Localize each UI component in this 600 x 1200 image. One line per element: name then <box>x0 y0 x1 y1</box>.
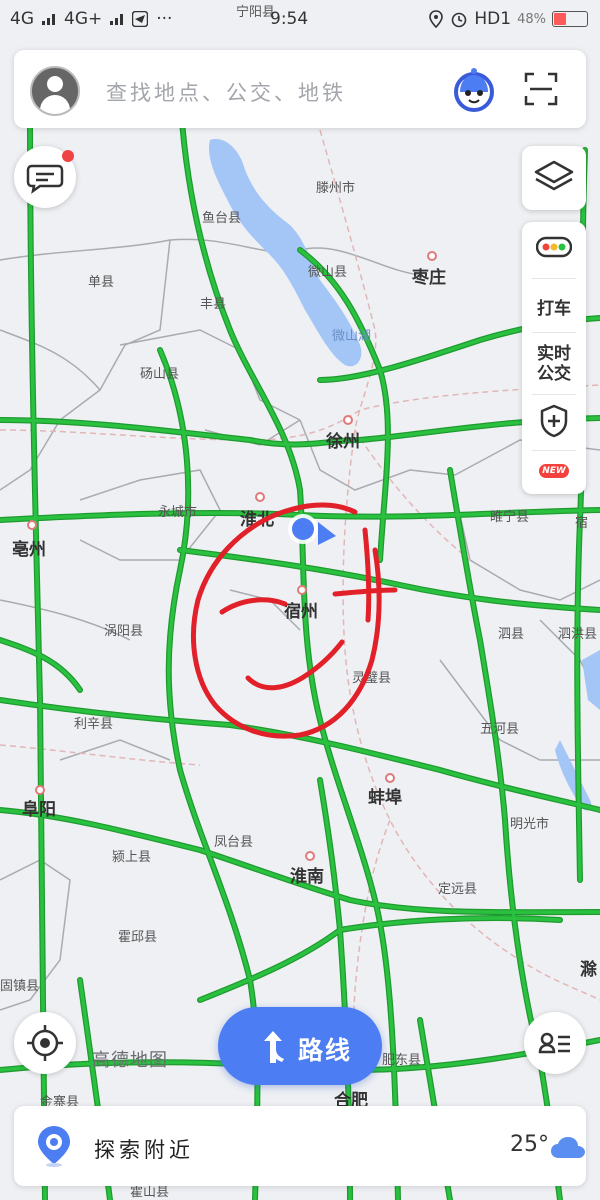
city-label-fuyang: 阜阳 <box>22 799 56 820</box>
svg-text:滕州市: 滕州市 <box>316 180 355 196</box>
explore-pin-icon <box>38 1126 70 1167</box>
city-label-bozhou: 亳州 <box>12 539 46 560</box>
route-button[interactable]: 路线 <box>218 1007 382 1085</box>
svg-text:霍邱县: 霍邱县 <box>118 930 157 945</box>
list-icon <box>538 1032 570 1054</box>
more-dots-icon: ··· <box>156 9 173 29</box>
locate-icon <box>27 1025 63 1061</box>
battery-text: 48% <box>517 11 546 27</box>
signal-bars-icon <box>42 14 55 25</box>
svg-text:睢宁县: 睢宁县 <box>490 509 529 525</box>
shield-plus-icon <box>540 404 568 438</box>
svg-text:单县: 单县 <box>88 275 114 290</box>
svg-text:固镇县: 固镇县 <box>0 979 39 994</box>
brand-logo: 高德地图 <box>92 1050 168 1071</box>
city-label-zaozhuang: 枣庄 <box>411 267 446 288</box>
svg-text:微山县: 微山县 <box>308 265 347 280</box>
svg-text:宿: 宿 <box>575 515 588 531</box>
tool-panel: 打车 实时 公交 NEW <box>522 222 586 494</box>
city-label-suzhou: 宿州 <box>284 601 318 622</box>
svg-text:丰县: 丰县 <box>200 297 226 312</box>
network-label: HD1 <box>474 9 512 29</box>
list-button[interactable] <box>524 1012 586 1074</box>
signal-bars-icon <box>110 14 124 25</box>
svg-text:肥东县: 肥东县 <box>382 1053 421 1068</box>
status-right: HD1 48% <box>428 9 588 29</box>
city-label-huainan: 淮南 <box>290 866 324 887</box>
svg-text:泗县: 泗县 <box>498 627 524 642</box>
svg-text:颍上县: 颍上县 <box>112 850 151 865</box>
realtime-bus-label-2: 公交 <box>537 364 571 384</box>
weather-temperature: 25° <box>510 1132 549 1157</box>
safety-button[interactable] <box>522 404 586 443</box>
taxi-button[interactable]: 打车 <box>522 294 586 319</box>
search-card: 查找地点、公交、地铁 <box>14 50 586 128</box>
svg-text:五河县: 五河县 <box>480 722 519 737</box>
layers-button[interactable] <box>522 146 586 210</box>
alarm-icon <box>452 12 467 28</box>
lake-label: 微山湖 <box>332 329 371 344</box>
status-left: 4G 4G+ ··· <box>10 9 172 29</box>
location-status-icon <box>429 10 444 28</box>
svg-text:利辛县: 利辛县 <box>74 717 113 732</box>
mascot-icon[interactable] <box>452 68 496 112</box>
city-label-bengbu: 蚌埠 <box>368 787 402 808</box>
svg-text:涡阳县: 涡阳县 <box>104 624 143 639</box>
signal-label-2: 4G+ <box>64 9 103 29</box>
svg-text:灵璧县: 灵璧县 <box>352 670 391 686</box>
cloud-icon <box>551 1137 585 1158</box>
layers-icon <box>534 160 574 191</box>
battery-icon <box>552 11 588 27</box>
telegram-icon <box>132 11 149 27</box>
user-avatar[interactable] <box>30 66 80 116</box>
city-label-xuzhou: 徐州 <box>325 431 360 452</box>
svg-text:永城市: 永城市 <box>158 504 197 520</box>
message-button[interactable] <box>14 146 76 208</box>
traffic-light-icon <box>535 236 573 258</box>
signal-label-1: 4G <box>10 9 34 29</box>
scan-icon[interactable] <box>524 72 558 106</box>
turn-arrow-icon <box>264 1031 284 1063</box>
status-bar: 4G 4G+ ··· 9:54 HD1 48% <box>0 0 600 40</box>
svg-text:明光市: 明光市 <box>510 816 549 832</box>
new-feature-badge[interactable]: NEW <box>539 464 569 478</box>
traffic-button[interactable] <box>522 236 586 263</box>
city-label-chu: 滁 <box>580 959 598 980</box>
svg-text:砀山县: 砀山县 <box>140 367 179 382</box>
svg-text:鱼台县: 鱼台县 <box>202 210 241 226</box>
svg-text:泗洪县: 泗洪县 <box>558 627 597 642</box>
svg-text:定远县: 定远县 <box>438 882 477 897</box>
route-label: 路线 <box>298 1036 353 1065</box>
status-time: 9:54 <box>270 9 309 29</box>
search-input[interactable]: 查找地点、公交、地铁 <box>106 77 346 107</box>
svg-text:霍山县: 霍山县 <box>130 1185 169 1200</box>
svg-text:凤台县: 凤台县 <box>214 835 253 850</box>
realtime-bus-button[interactable]: 实时 公交 <box>522 344 586 384</box>
locate-button[interactable] <box>14 1012 76 1074</box>
explore-card[interactable]: 探索附近 25° <box>14 1106 586 1186</box>
explore-label: 探索附近 <box>94 1138 194 1162</box>
notification-dot <box>62 150 74 162</box>
realtime-bus-label-1: 实时 <box>537 344 571 364</box>
